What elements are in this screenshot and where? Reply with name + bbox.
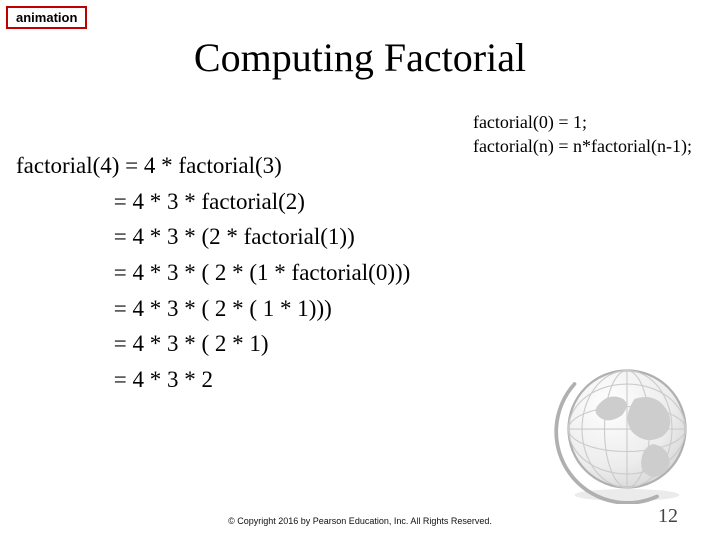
animation-badge: animation xyxy=(6,6,87,29)
expansion-line: factorial(4) = 4 * factorial(3) xyxy=(16,148,410,184)
page-number: 12 xyxy=(658,505,678,528)
expansion-line: = 4 * 3 * ( 2 * 1) xyxy=(16,326,410,362)
animation-badge-label: animation xyxy=(16,10,77,25)
base-and-recursive-rules: factorial(0) = 1; factorial(n) = n*facto… xyxy=(473,110,692,159)
expansion-line: = 4 * 3 * ( 2 * (1 * factorial(0))) xyxy=(16,255,410,291)
expansion-line: = 4 * 3 * factorial(2) xyxy=(16,184,410,220)
factorial-expansion: factorial(4) = 4 * factorial(3) = 4 * 3 … xyxy=(16,148,410,397)
expansion-line: = 4 * 3 * 2 xyxy=(16,362,410,398)
rule-base-case: factorial(0) = 1; xyxy=(473,110,692,134)
rule-recursive-case: factorial(n) = n*factorial(n-1); xyxy=(473,134,692,158)
expansion-line: = 4 * 3 * ( 2 * ( 1 * 1))) xyxy=(16,291,410,327)
copyright-footer: © Copyright 2016 by Pearson Education, I… xyxy=(0,516,720,526)
expansion-line: = 4 * 3 * (2 * factorial(1)) xyxy=(16,219,410,255)
slide-title: Computing Factorial xyxy=(0,34,720,81)
globe-icon xyxy=(552,354,702,504)
